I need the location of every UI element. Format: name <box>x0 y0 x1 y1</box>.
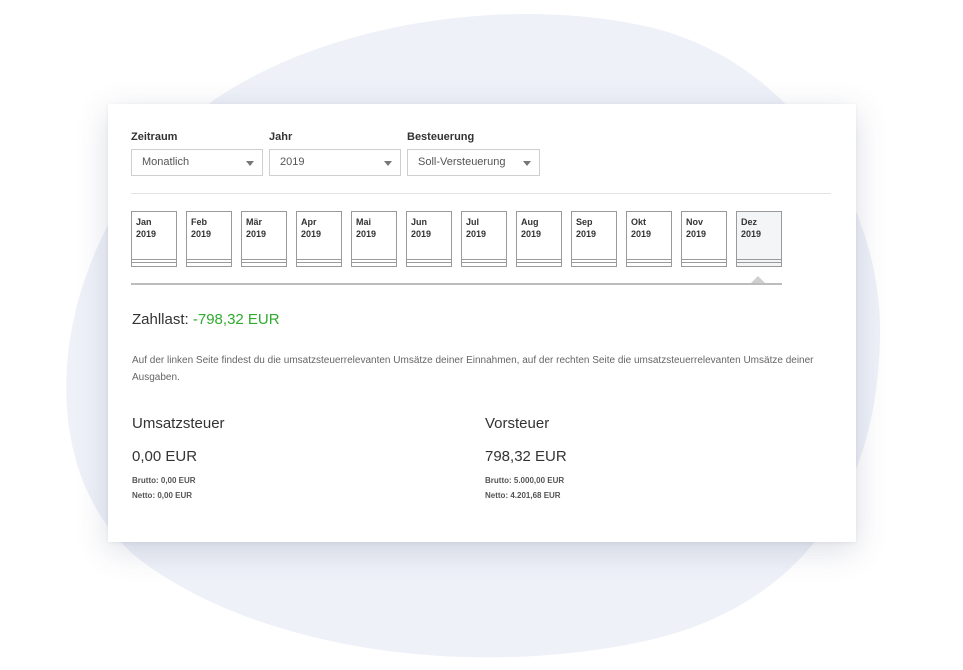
month-tile-apr[interactable]: Apr 2019 <box>296 211 342 267</box>
month-year: 2019 <box>246 229 267 239</box>
month-name: Jan <box>136 217 152 227</box>
month-name: Okt <box>631 217 647 227</box>
besteuerung-value: Soll-Versteuerung <box>418 156 506 168</box>
umsatzsteuer-brutto: Brutto: 0,00 EUR <box>132 476 196 485</box>
divider <box>131 193 831 194</box>
month-selector: Jan 2019 Feb 2019 Mär 2019 Apr 2019 Mai … <box>131 211 782 269</box>
besteuerung-label: Besteuerung <box>407 131 475 143</box>
vorsteuer-section: Vorsteuer 798,32 EUR Brutto: 5.000,00 EU… <box>485 415 785 500</box>
month-tile-aug[interactable]: Aug 2019 <box>516 211 562 267</box>
month-year: 2019 <box>191 229 212 239</box>
jahr-label: Jahr <box>269 131 293 143</box>
zeitraum-select[interactable]: Monatlich <box>131 149 263 176</box>
umsatzsteuer-section: Umsatzsteuer 0,00 EUR Brutto: 0,00 EUR N… <box>132 415 432 500</box>
month-tile-jun[interactable]: Jun 2019 <box>406 211 452 267</box>
month-year: 2019 <box>411 229 432 239</box>
month-tile-mai[interactable]: Mai 2019 <box>351 211 397 267</box>
umsatzsteuer-title: Umsatzsteuer <box>132 415 225 432</box>
month-year: 2019 <box>576 229 597 239</box>
month-tile-sep[interactable]: Sep 2019 <box>571 211 617 267</box>
month-year: 2019 <box>631 229 652 239</box>
jahr-value: 2019 <box>280 156 305 168</box>
chevron-down-icon <box>246 161 254 166</box>
month-name: Feb <box>191 217 208 227</box>
month-name: Aug <box>521 217 539 227</box>
zahllast: Zahllast: -798,32 EUR <box>132 311 280 328</box>
month-year: 2019 <box>741 229 762 239</box>
month-name: Dez <box>741 217 758 227</box>
month-year: 2019 <box>301 229 322 239</box>
chevron-down-icon <box>384 161 392 166</box>
vorsteuer-title: Vorsteuer <box>485 415 550 432</box>
month-name: Jun <box>411 217 428 227</box>
month-name: Jul <box>466 217 480 227</box>
month-year: 2019 <box>686 229 707 239</box>
zahllast-value: -798,32 EUR <box>192 311 280 328</box>
month-name: Sep <box>576 217 593 227</box>
month-name: Apr <box>301 217 317 227</box>
zeitraum-label: Zeitraum <box>131 131 178 143</box>
month-selector-baseline <box>131 283 782 285</box>
zeitraum-value: Monatlich <box>142 156 190 168</box>
month-name: Nov <box>686 217 704 227</box>
vorsteuer-brutto: Brutto: 5.000,00 EUR <box>485 476 565 485</box>
vorsteuer-amount: 798,32 EUR <box>485 448 567 465</box>
month-year: 2019 <box>521 229 542 239</box>
month-tile-nov[interactable]: Nov 2019 <box>681 211 727 267</box>
month-year: 2019 <box>356 229 377 239</box>
month-year: 2019 <box>136 229 157 239</box>
zahllast-label: Zahllast: <box>132 311 189 328</box>
month-year: 2019 <box>466 229 487 239</box>
month-tile-okt[interactable]: Okt 2019 <box>626 211 672 267</box>
month-name: Mär <box>246 217 263 227</box>
month-tile-mar[interactable]: Mär 2019 <box>241 211 287 267</box>
month-tile-dez[interactable]: Dez 2019 <box>736 211 782 267</box>
umsatzsteuer-amount: 0,00 EUR <box>132 448 198 465</box>
info-text: Auf der linken Seite findest du die umsa… <box>132 355 814 383</box>
chevron-down-icon <box>523 161 531 166</box>
vorsteuer-netto: Netto: 4.201,68 EUR <box>485 491 561 500</box>
month-tile-feb[interactable]: Feb 2019 <box>186 211 232 267</box>
month-tile-jul[interactable]: Jul 2019 <box>461 211 507 267</box>
vat-report-card: Zeitraum Monatlich Jahr 2019 Besteuerung… <box>108 104 856 542</box>
umsatzsteuer-netto: Netto: 0,00 EUR <box>132 491 193 500</box>
besteuerung-select[interactable]: Soll-Versteuerung <box>407 149 540 176</box>
month-tile-jan[interactable]: Jan 2019 <box>131 211 177 267</box>
month-name: Mai <box>356 217 372 227</box>
jahr-select[interactable]: 2019 <box>269 149 401 176</box>
